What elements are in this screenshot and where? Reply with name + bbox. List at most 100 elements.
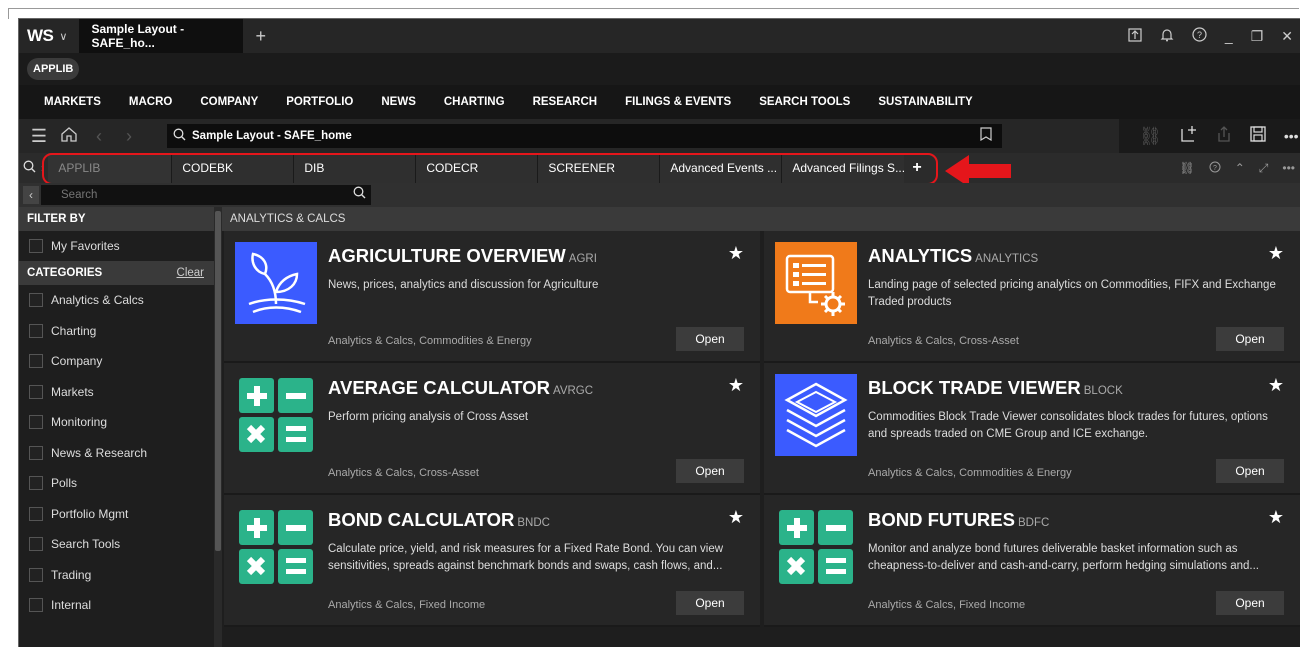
search-input[interactable] <box>41 185 371 205</box>
app-logo[interactable]: WS <box>27 26 54 46</box>
app-library: ANALYTICS & CALCS AGRICULTURE OVERVIEW AG… <box>222 207 1300 647</box>
bookmark-icon[interactable] <box>980 127 992 144</box>
restore-icon[interactable]: ❐ <box>1251 28 1264 45</box>
address-bar[interactable]: Sample Layout - SAFE_home <box>167 124 1002 148</box>
scrollbar-thumb[interactable] <box>215 211 221 551</box>
checkbox[interactable] <box>29 293 43 308</box>
screen-capture-icon[interactable] <box>1128 27 1142 45</box>
checkbox[interactable] <box>29 323 43 338</box>
window-tab[interactable]: Sample Layout - SAFE_ho... <box>79 19 244 53</box>
menu-charting[interactable]: CHARTING <box>444 96 505 108</box>
more-icon[interactable]: ••• <box>1282 161 1295 175</box>
open-button[interactable]: Open <box>1216 591 1284 615</box>
card-title: ANALYTICS ANALYTICS <box>868 245 1038 267</box>
category-item[interactable]: Monitoring <box>19 407 214 438</box>
card-title-text: AGRICULTURE OVERVIEW <box>328 245 566 266</box>
star-icon[interactable]: ★ <box>728 375 744 396</box>
category-item[interactable]: Polls <box>19 468 214 499</box>
back-arrow-icon[interactable]: ‹ <box>89 126 109 147</box>
menu-news[interactable]: NEWS <box>381 96 416 108</box>
applib-pill[interactable]: APPLIB <box>27 58 80 80</box>
checkbox[interactable] <box>29 598 43 613</box>
forward-arrow-icon[interactable]: › <box>119 126 139 147</box>
card-description: Monitor and analyze bond futures deliver… <box>868 543 1259 572</box>
bell-icon[interactable] <box>1160 28 1174 45</box>
open-button[interactable]: Open <box>1216 327 1284 351</box>
star-icon[interactable]: ★ <box>728 243 744 264</box>
category-item[interactable]: Trading <box>19 560 214 591</box>
checkbox[interactable] <box>29 506 43 521</box>
checkbox[interactable] <box>29 384 43 399</box>
category-item[interactable]: Company <box>19 346 214 377</box>
category-item[interactable]: Portfolio Mgmt <box>19 499 214 530</box>
app-card[interactable]: AGRICULTURE OVERVIEW AGRI ★ News, prices,… <box>224 231 760 363</box>
menu-portfolio[interactable]: PORTFOLIO <box>286 96 353 108</box>
menu-research[interactable]: RESEARCH <box>533 96 598 108</box>
category-item[interactable]: Charting <box>19 316 214 347</box>
category-item[interactable]: Search Tools <box>19 529 214 560</box>
checkbox[interactable] <box>29 239 43 253</box>
card-code: AGRI <box>568 253 597 265</box>
favorites-filter[interactable]: My Favorites <box>19 231 214 261</box>
search-icon[interactable] <box>353 186 366 202</box>
open-button[interactable]: Open <box>1216 459 1284 483</box>
app-card[interactable]: BOND CALCULATOR BNDC ★ Calculate price, y… <box>224 495 760 627</box>
checkbox[interactable] <box>29 445 43 460</box>
add-window-tab-button[interactable]: + <box>255 26 266 47</box>
app-card[interactable]: BOND FUTURES BDFC ★ Monitor and analyze b… <box>764 495 1300 627</box>
help-icon[interactable]: ? <box>1192 27 1207 45</box>
app-card[interactable]: AVERAGE CALCULATOR AVRGC ★ Perform pricin… <box>224 363 760 495</box>
more-icon[interactable]: ••• <box>1284 128 1299 144</box>
app-card[interactable]: ANALYTICS ANALYTICS ★ Landing page of sel… <box>764 231 1300 363</box>
help-icon[interactable]: ? <box>1209 161 1221 176</box>
link-icon[interactable]: ⛓ <box>1139 126 1162 147</box>
category-item[interactable]: Markets <box>19 377 214 408</box>
collapse-icon[interactable]: ⌃ <box>1235 161 1245 175</box>
open-button[interactable]: Open <box>676 459 744 483</box>
card-categories: Analytics & Calcs, Fixed Income <box>868 599 1026 611</box>
collapse-sidebar-button[interactable]: ‹ <box>23 186 39 204</box>
menu-company[interactable]: COMPANY <box>200 96 258 108</box>
categories-heading: CATEGORIES Clear <box>19 261 214 285</box>
category-item[interactable]: News & Research <box>19 438 214 469</box>
card-description: News, prices, analytics and discussion f… <box>328 279 599 291</box>
checkbox[interactable] <box>29 567 43 582</box>
sidebar-scrollbar[interactable] <box>214 207 222 647</box>
menu-filings-events[interactable]: FILINGS & EVENTS <box>625 96 731 108</box>
category-label: Search Tools <box>51 537 121 552</box>
menu-markets[interactable]: MARKETS <box>44 96 101 108</box>
link-icon[interactable]: ⛓ <box>1179 161 1194 175</box>
hamburger-menu-icon[interactable]: ☰ <box>29 126 49 147</box>
clear-link[interactable]: Clear <box>177 267 204 279</box>
title-bar: WS ∨ Sample Layout - SAFE_ho... + ? _ ❐ … <box>19 19 1300 53</box>
star-icon[interactable]: ★ <box>1268 507 1284 528</box>
home-icon[interactable] <box>59 125 79 148</box>
menu-search-tools[interactable]: SEARCH TOOLS <box>759 96 850 108</box>
checkbox[interactable] <box>29 476 43 491</box>
open-button[interactable]: Open <box>676 591 744 615</box>
menu-macro[interactable]: MACRO <box>129 96 172 108</box>
chevron-down-icon[interactable]: ∨ <box>59 30 67 43</box>
dashboard-gear-icon <box>775 242 857 324</box>
menu-sustainability[interactable]: SUSTAINABILITY <box>878 96 972 108</box>
share-icon[interactable] <box>1216 125 1232 148</box>
app-card[interactable]: BLOCK TRADE VIEWER BLOCK ★ Commodities Bl… <box>764 363 1300 495</box>
category-item[interactable]: Analytics & Calcs <box>19 285 214 316</box>
plant-icon <box>235 242 317 324</box>
category-item[interactable]: Internal <box>19 590 214 621</box>
checkbox[interactable] <box>29 354 43 369</box>
tab-search-icon[interactable] <box>23 160 41 176</box>
close-icon[interactable]: ✕ <box>1281 28 1293 45</box>
open-button[interactable]: Open <box>676 327 744 351</box>
save-icon[interactable] <box>1250 125 1266 147</box>
checkbox[interactable] <box>29 415 43 430</box>
minimize-icon[interactable]: _ <box>1225 28 1233 44</box>
checkbox[interactable] <box>29 537 43 552</box>
star-icon[interactable]: ★ <box>1268 375 1284 396</box>
star-icon[interactable]: ★ <box>1268 243 1284 264</box>
new-panel-icon[interactable] <box>1180 125 1198 148</box>
star-icon[interactable]: ★ <box>728 507 744 528</box>
card-title: BOND CALCULATOR BNDC <box>328 509 550 531</box>
card-description: Commodities Block Trade Viewer consolida… <box>868 411 1268 440</box>
expand-icon[interactable]: ⤢ <box>1259 161 1269 176</box>
